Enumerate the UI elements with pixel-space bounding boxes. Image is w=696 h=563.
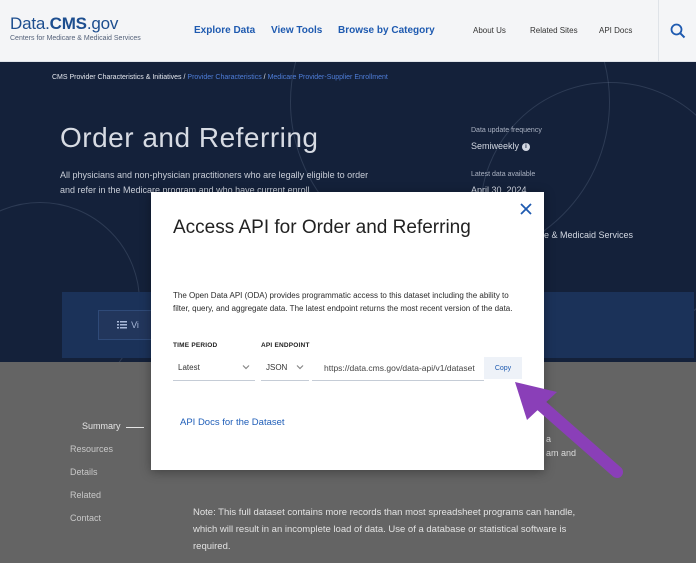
breadcrumb-root[interactable]: CMS Provider Characteristics & Initiativ… bbox=[52, 74, 182, 81]
format-value: JSON bbox=[266, 363, 288, 372]
time-period-label: TIME PERIOD bbox=[173, 342, 218, 349]
nav-api-docs[interactable]: API Docs bbox=[599, 26, 632, 35]
breadcrumb: CMS Provider Characteristics & Initiativ… bbox=[52, 74, 388, 81]
info-icon[interactable]: i bbox=[522, 142, 531, 151]
search-button[interactable] bbox=[658, 0, 696, 62]
site-logo[interactable]: Data.CMS.gov Centers for Medicare & Medi… bbox=[10, 14, 141, 42]
sidenav-contact[interactable]: Contact bbox=[70, 513, 101, 523]
latest-data-label: Latest data available bbox=[471, 171, 536, 178]
pointer-arrow-annotation bbox=[515, 382, 623, 478]
modal-title: Access API for Order and Referring bbox=[173, 217, 471, 238]
page-title: Order and Referring bbox=[60, 122, 319, 153]
update-frequency-value: Semiweekly i bbox=[471, 141, 531, 151]
api-docs-link[interactable]: API Docs for the Dataset bbox=[180, 417, 285, 428]
search-icon bbox=[670, 23, 685, 39]
chevron-down-icon bbox=[296, 365, 304, 370]
copy-button[interactable]: Copy bbox=[484, 357, 522, 379]
sidenav-details[interactable]: Details bbox=[70, 467, 98, 477]
update-frequency-label: Data update frequency bbox=[471, 127, 542, 134]
view-data-button[interactable]: Vi bbox=[98, 310, 158, 340]
logo-wordmark: Data.CMS.gov bbox=[10, 14, 119, 33]
nav-explore-data[interactable]: Explore Data bbox=[194, 25, 255, 36]
sidenav-summary[interactable]: Summary bbox=[82, 421, 121, 431]
time-period-select[interactable]: Latest bbox=[173, 355, 255, 381]
nav-view-tools[interactable]: View Tools bbox=[271, 25, 322, 36]
breadcrumb-separator: / bbox=[183, 74, 186, 81]
format-select[interactable]: JSON bbox=[261, 355, 309, 381]
list-icon bbox=[117, 321, 128, 329]
close-button[interactable] bbox=[518, 201, 534, 217]
close-icon bbox=[520, 203, 532, 215]
modal-description: The Open Data API (ODA) provides program… bbox=[173, 291, 513, 313]
active-indicator bbox=[126, 427, 144, 428]
api-endpoint-label: API ENDPOINT bbox=[261, 342, 310, 349]
dataset-note: Note: This full dataset contains more re… bbox=[193, 507, 576, 552]
sidenav-resources[interactable]: Resources bbox=[70, 444, 113, 454]
publisher-name: are & Medicaid Services bbox=[536, 230, 634, 240]
api-endpoint-input[interactable]: https://data.cms.gov/data-api/v1/dataset bbox=[312, 355, 484, 381]
logo-subtitle: Centers for Medicare & Medicaid Services bbox=[10, 35, 141, 42]
time-period-value: Latest bbox=[178, 363, 200, 372]
breadcrumb-provider-supplier-enrollment[interactable]: Medicare Provider-Supplier Enrollment bbox=[268, 74, 388, 81]
api-access-modal: Access API for Order and Referring The O… bbox=[151, 192, 544, 470]
nav-about-us[interactable]: About Us bbox=[473, 26, 506, 35]
chevron-down-icon bbox=[242, 365, 250, 370]
breadcrumb-separator: / bbox=[263, 74, 266, 81]
site-header: Data.CMS.gov Centers for Medicare & Medi… bbox=[0, 0, 696, 62]
sidenav-related[interactable]: Related bbox=[70, 490, 101, 500]
nav-browse-by-category[interactable]: Browse by Category bbox=[338, 25, 435, 36]
view-data-label: Vi bbox=[131, 320, 139, 330]
nav-related-sites[interactable]: Related Sites bbox=[530, 26, 578, 35]
breadcrumb-provider-characteristics[interactable]: Provider Characteristics bbox=[187, 74, 261, 81]
